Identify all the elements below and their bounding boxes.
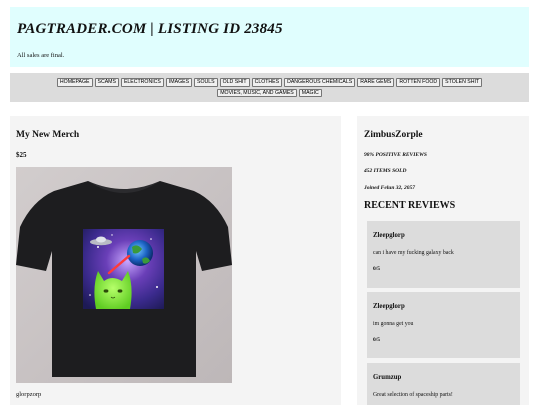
review-author[interactable]: Zleepglorp <box>373 303 405 310</box>
nav-electronics-button[interactable]: ELECTRONICS <box>120 78 164 87</box>
review-rating: 0/5 <box>373 337 381 343</box>
tshirt-cat-space-graphic-icon <box>16 181 232 377</box>
review-card: Grumzup Great selection of spaceship par… <box>367 363 520 405</box>
nav-movies-music-games-button[interactable]: MOVIES, MUSIC, AND GAMES <box>217 88 297 97</box>
review-card: Zleepglorp can i have my fucking galaxy … <box>367 221 520 288</box>
review-text: can i have my fucking galaxy back <box>373 250 454 256</box>
nav-rotten-food-button[interactable]: ROTTEN FOOD <box>396 78 441 87</box>
item-description: glorpzorp <box>16 391 42 398</box>
nav-homepage-button[interactable]: HOMEPAGE <box>56 78 93 87</box>
recent-reviews-heading: RECENT REVIEWS <box>364 200 456 211</box>
nav-dangerous-chemicals-button[interactable]: DANGEROUS CHEMICALS <box>284 78 356 87</box>
review-card: Zleepglorp im gonna get you 0/5 <box>367 292 520 358</box>
nav-magic-button[interactable]: MAGIC <box>298 88 322 97</box>
nav-stolen-shit-button[interactable]: STOLEN SHIT <box>442 78 483 87</box>
review-text: im gonna get you <box>373 321 414 327</box>
item-title: My New Merch <box>16 130 80 140</box>
listing-panel: My New Merch $25 glorpzorp <box>10 116 341 405</box>
review-author[interactable]: Zleepglorp <box>373 232 405 239</box>
site-title: PAGTRADER.COM | LISTING ID 23845 <box>17 21 283 37</box>
category-nav: HOMEPAGE SCAMS ELECTRONICS IMAGES SOULS … <box>10 73 529 102</box>
item-price: $25 <box>16 151 27 159</box>
nav-images-button[interactable]: IMAGES <box>165 78 193 87</box>
nav-rare-gems-button[interactable]: RARE GEMS <box>357 78 395 87</box>
seller-positive-reviews: 98% POSITIVE REVIEWS <box>364 152 427 158</box>
nav-souls-button[interactable]: SOULS <box>194 78 218 87</box>
tagline: All sales are final. <box>17 52 65 59</box>
review-rating: 0/5 <box>373 266 381 272</box>
seller-items-sold: 452 ITEMS SOLD <box>364 168 407 174</box>
site-header: PAGTRADER.COM | LISTING ID 23845 All sal… <box>10 7 529 67</box>
seller-name[interactable]: ZimbusZorple <box>364 130 423 140</box>
seller-panel: ZimbusZorple 98% POSITIVE REVIEWS 452 IT… <box>357 116 529 405</box>
seller-joined-date: Joined Felun 32, 2057 <box>364 185 416 191</box>
nav-clothes-button[interactable]: CLOTHES <box>251 78 283 87</box>
product-image[interactable] <box>16 167 232 383</box>
nav-old-shit-button[interactable]: OLD SHIT <box>219 78 250 87</box>
review-text: Great selection of spaceship parts! <box>373 392 453 398</box>
review-author[interactable]: Grumzup <box>373 374 401 381</box>
nav-scams-button[interactable]: SCAMS <box>94 78 119 87</box>
